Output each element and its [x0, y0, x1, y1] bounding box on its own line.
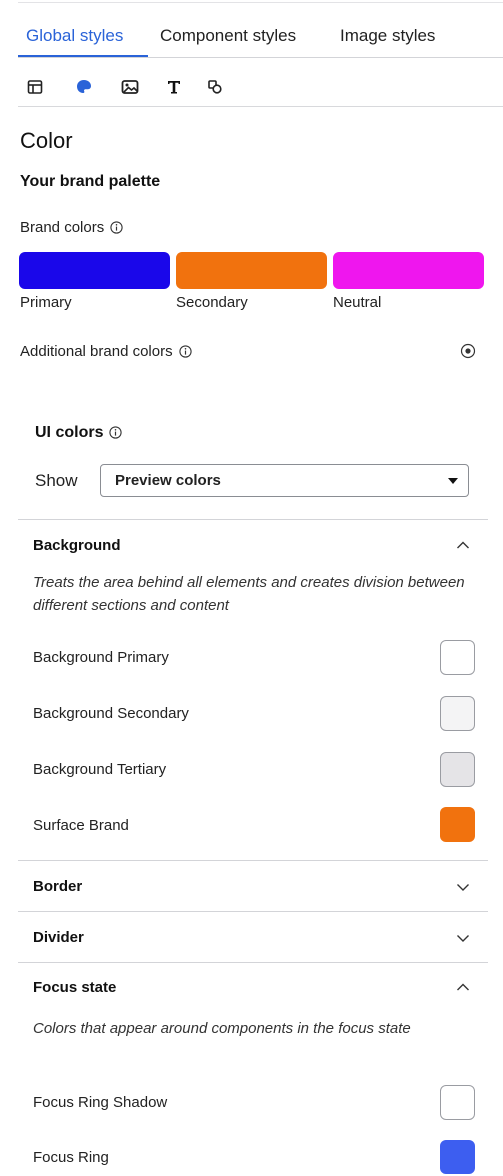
- ui-colors-heading: UI colors: [35, 424, 123, 444]
- section-divider: [18, 911, 488, 912]
- add-circle-icon[interactable]: [459, 342, 477, 360]
- chevron-down-icon[interactable]: [455, 930, 471, 946]
- focus-state-section-description: Colors that appear around components in …: [33, 1020, 411, 1037]
- color-heading: Color: [20, 128, 73, 153]
- layout-icon[interactable]: [20, 72, 50, 102]
- ui-colors-heading-text: UI colors: [35, 424, 104, 441]
- background-secondary-swatch[interactable]: [440, 696, 475, 731]
- toolbar-divider: [18, 106, 503, 107]
- focus-ring-label: Focus Ring: [33, 1149, 109, 1166]
- style-category-toolbar: [18, 72, 478, 106]
- color-palette-icon[interactable]: [69, 72, 99, 102]
- brand-palette-heading: Your brand palette: [20, 173, 161, 190]
- section-divider: [18, 860, 488, 861]
- background-section-title[interactable]: Background: [33, 537, 121, 554]
- info-icon[interactable]: [110, 221, 123, 238]
- neutral-color-swatch[interactable]: [333, 252, 484, 289]
- tab-global-styles[interactable]: Global styles: [26, 26, 123, 46]
- additional-brand-colors-text: Additional brand colors: [20, 343, 173, 360]
- background-primary-label: Background Primary: [33, 649, 169, 666]
- style-tabs: Global styles Component styles Image sty…: [18, 16, 503, 58]
- neutral-color-label: Neutral: [333, 294, 382, 311]
- divider-section-title[interactable]: Divider: [33, 929, 84, 946]
- surface-brand-label: Surface Brand: [33, 817, 129, 834]
- chevron-down-icon[interactable]: [455, 879, 471, 895]
- additional-brand-colors-label: Additional brand colors: [20, 343, 192, 362]
- chevron-up-icon[interactable]: [455, 537, 471, 553]
- tabs-divider: [18, 57, 503, 58]
- surface-brand-swatch[interactable]: [440, 807, 475, 842]
- focus-ring-shadow-label: Focus Ring Shadow: [33, 1094, 168, 1111]
- tab-image-styles[interactable]: Image styles: [340, 26, 435, 46]
- background-tertiary-label: Background Tertiary: [33, 761, 167, 778]
- focus-state-section-title[interactable]: Focus state: [33, 979, 116, 996]
- secondary-color-swatch[interactable]: [176, 252, 327, 289]
- primary-color-swatch[interactable]: [19, 252, 170, 289]
- info-icon[interactable]: [109, 426, 123, 444]
- primary-color-label: Primary: [20, 294, 72, 311]
- secondary-color-label: Secondary: [176, 294, 248, 311]
- background-section-description: Treats the area behind all elements and …: [33, 574, 465, 614]
- section-divider: [18, 519, 488, 520]
- top-border: [18, 2, 503, 3]
- caret-down-icon: [448, 478, 458, 484]
- chevron-up-icon[interactable]: [455, 979, 471, 995]
- show-select-value: Preview colors: [115, 472, 221, 489]
- background-tertiary-swatch[interactable]: [440, 752, 475, 787]
- focus-ring-shadow-swatch[interactable]: [440, 1085, 475, 1120]
- tab-component-styles[interactable]: Component styles: [160, 26, 296, 46]
- brand-colors-label: Brand colors: [20, 219, 123, 238]
- background-secondary-label: Background Secondary: [33, 705, 189, 722]
- section-divider: [18, 962, 488, 963]
- typography-icon[interactable]: [159, 72, 189, 102]
- shapes-icon[interactable]: [200, 72, 230, 102]
- image-icon[interactable]: [115, 72, 145, 102]
- border-section-title[interactable]: Border: [33, 878, 82, 895]
- background-primary-swatch[interactable]: [440, 640, 475, 675]
- brand-colors-label-text: Brand colors: [20, 219, 105, 236]
- show-select[interactable]: Preview colors: [100, 464, 469, 497]
- focus-ring-swatch[interactable]: [440, 1140, 475, 1174]
- show-label: Show: [35, 471, 78, 490]
- info-icon[interactable]: [178, 345, 192, 362]
